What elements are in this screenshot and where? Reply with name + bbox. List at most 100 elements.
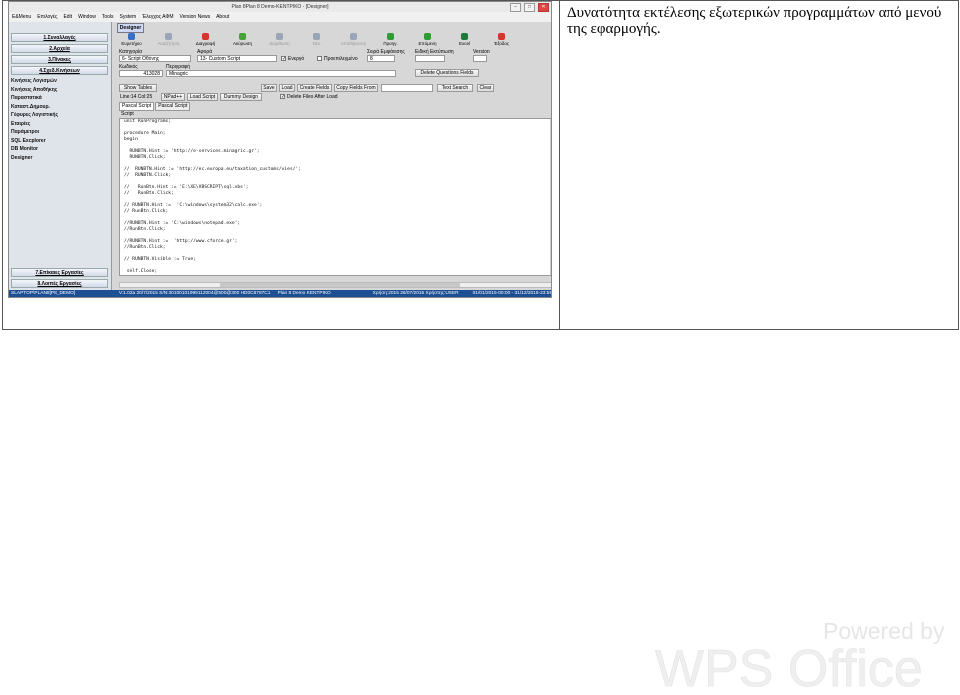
toolbar-button-label: Προηγ. — [383, 41, 398, 46]
category-select[interactable]: 6- Script Οθόνης — [119, 55, 191, 62]
maximize-button[interactable]: □ — [524, 3, 535, 12]
tab-pascal-script[interactable]: Pascal Script — [119, 102, 155, 111]
status-period: 01/01/2015-00:00 - 31/12/2015-23:59 — [472, 291, 551, 296]
scroll-thumb[interactable] — [551, 125, 552, 245]
script-tabs: Pascal Script Pascal Script — [119, 102, 191, 111]
tab-pascal-script-2[interactable]: Pascal Script — [155, 102, 191, 111]
sidebar-button-periodic-tasks[interactable]: 7.Επίκαιες Εργασίες — [11, 268, 108, 277]
text-search-button[interactable]: Text Search — [437, 84, 473, 92]
prev-icon — [387, 33, 394, 40]
menu-item[interactable]: Version News — [180, 14, 211, 20]
sidebar-item[interactable]: DB Monitor — [11, 145, 108, 154]
menu-item[interactable]: Tools — [102, 14, 114, 20]
load-script-button[interactable]: Load Script — [187, 93, 218, 101]
sidebar-item[interactable]: Παράμετροι — [11, 128, 108, 137]
toolbar-button-label: Επόμενη — [418, 41, 437, 46]
new-icon — [313, 33, 320, 40]
sidebar-button-files[interactable]: 2.Αρχεία — [11, 44, 108, 53]
toolbar-button-undo[interactable]: Ακύρωση — [224, 32, 261, 48]
order-input[interactable]: 8 — [367, 55, 395, 62]
status-version: V:1.02a 20/7/2015 S/N:30100101999112004@… — [118, 291, 271, 296]
sidebar-button-transactions[interactable]: 1.Συναλλαγές — [11, 33, 108, 42]
toolbar-button-next[interactable]: Επόμενη — [409, 32, 446, 48]
menu-item[interactable]: About — [216, 14, 229, 20]
toolbar-button-label: Excel — [458, 41, 470, 46]
sidebar-item[interactable]: Γέφυρες Λογιστικής — [11, 111, 108, 120]
code-line: self.Close; — [124, 269, 158, 274]
sidebar-button-design[interactable]: 4.Σχεδ.Κινήσεων — [11, 66, 108, 75]
toolbar-button-index[interactable]: Ευρετήριο — [113, 32, 150, 48]
application-screenshot: Plan 8Plan 8 Demo-ΚΕΝΤΡΙΚΟ - [Designer] … — [8, 1, 552, 298]
sidebar-item[interactable]: Εταιρίες — [11, 120, 108, 129]
code-input[interactable]: 413028 — [119, 70, 163, 77]
menu-item[interactable]: Edit — [63, 14, 72, 20]
sidebar: 1.Συναλλαγές 2.Αρχεία 3.Πίνακες 4.Σχεδ.Κ… — [9, 22, 112, 297]
excel-icon — [461, 33, 468, 40]
menu-item[interactable]: Ε&Menu — [12, 14, 31, 20]
exit-icon — [498, 33, 505, 40]
sidebar-list: Κινήσεις Λογισμών Κινήσεις Αποθήκης Παρα… — [11, 77, 108, 162]
toolbar-button-prev[interactable]: Προηγ. — [372, 32, 409, 48]
toolbar-button-delete[interactable]: Διαγραφή — [187, 32, 224, 48]
slide-caption: Δυνατότητα εκτέλεσης εξωτερικών προγραμμ… — [567, 5, 942, 37]
toolbar-button-excel[interactable]: Excel — [446, 32, 483, 48]
toolbar-button-label: Διαγραφή — [195, 41, 216, 46]
editor-horizontal-scrollbar[interactable] — [119, 282, 551, 288]
toolbar-button-label: Αποθήκευση — [340, 41, 367, 46]
scroll-thumb[interactable] — [220, 283, 460, 287]
close-button[interactable]: ✕ — [538, 3, 549, 12]
toolbar-button-new[interactable]: Νέο — [298, 32, 335, 48]
status-connection: SLAPTOP\PLAN8[P8_DEMO] — [11, 291, 76, 296]
status-company: Plan 8 Demo ΚΕΝΤΡΙΚΟ — [277, 291, 331, 296]
delete-files-checkbox[interactable]: ✓ — [280, 94, 285, 100]
sidebar-item[interactable]: Καταστ.Δημουρ. — [11, 103, 108, 112]
active-label: Ενεργό — [288, 56, 305, 62]
toolbar-button-exit[interactable]: Έξοδος — [483, 32, 520, 48]
delete-questions-fields-button[interactable]: Delete Questions Fields — [415, 69, 479, 77]
sidebar-item[interactable]: Κινήσεις Λογισμών — [11, 77, 108, 86]
sidebar-item[interactable]: Designer — [11, 154, 108, 163]
delete-icon — [202, 33, 209, 40]
npad-button[interactable]: NPad++ — [161, 93, 185, 101]
window-title: Plan 8Plan 8 Demo-ΚΕΝΤΡΙΚΟ - [Designer] — [231, 4, 329, 10]
sidebar-button-other-tasks[interactable]: 8.Λοιπές Εργασίες — [11, 279, 108, 288]
active-checkbox[interactable]: ✓ — [281, 56, 286, 62]
dummy-design-button[interactable]: Dummy Design — [220, 93, 262, 101]
predefined-checkbox[interactable] — [317, 56, 322, 61]
save-icon — [350, 33, 357, 40]
clear-button[interactable]: Clear — [477, 84, 494, 92]
delete-files-label: Delete Files After Load — [287, 94, 338, 100]
special-print-input[interactable] — [415, 55, 445, 62]
toolbar-button-search[interactable]: Αναζήτηση — [150, 32, 187, 48]
next-icon — [424, 33, 431, 40]
editor-vertical-scrollbar[interactable] — [550, 119, 552, 275]
code-editor[interactable]: unit RunPrograms; procedure Main; begin RU… — [119, 118, 552, 276]
minimize-button[interactable]: – — [510, 3, 521, 12]
undo-icon — [239, 33, 246, 40]
load-script-file-button[interactable]: Load — [279, 84, 295, 92]
copy-fields-from-button[interactable]: Copy Fields From — [334, 84, 378, 92]
create-fields-button[interactable]: Create Fields — [297, 84, 332, 92]
toolbar-button-edit[interactable]: Διόρθωση — [261, 32, 298, 48]
menu-item[interactable]: Επιλογές — [37, 14, 57, 20]
sidebar-button-tables[interactable]: 3.Πίνακες — [11, 55, 108, 64]
menu-item[interactable]: System — [120, 14, 137, 20]
description-input[interactable]: Minagric — [166, 70, 396, 77]
subject-select[interactable]: 13- Custom Script — [197, 55, 277, 62]
wps-office-logo: WPS Office — [655, 642, 923, 690]
save-script-button[interactable]: Save — [261, 84, 277, 92]
toolbar-button-save[interactable]: Αποθήκευση — [335, 32, 372, 48]
status-bar: SLAPTOP\PLAN8[P8_DEMO] V:1.02a 20/7/2015… — [9, 290, 551, 297]
version-input[interactable] — [473, 55, 487, 62]
watermark-powered-text: Powered by — [823, 618, 945, 644]
menu-item[interactable]: Window — [78, 14, 96, 20]
show-tables-button[interactable]: Show Tables — [119, 84, 157, 92]
menu-item[interactable]: Έλεγχος ΑΦΜ — [142, 14, 173, 20]
sidebar-item[interactable]: Παραστατικά — [11, 94, 108, 103]
sidebar-item[interactable]: SQL Excplorer — [11, 137, 108, 146]
designer-form: Κατηγορία 6- Script Οθόνης Αφορά 13- Cus… — [113, 48, 551, 84]
script-label: Script — [121, 111, 134, 117]
toolbar-button-label: Αναζήτηση — [157, 41, 180, 46]
sidebar-item[interactable]: Κινήσεις Αποθήκης — [11, 86, 108, 95]
copy-fields-input[interactable] — [381, 84, 433, 92]
